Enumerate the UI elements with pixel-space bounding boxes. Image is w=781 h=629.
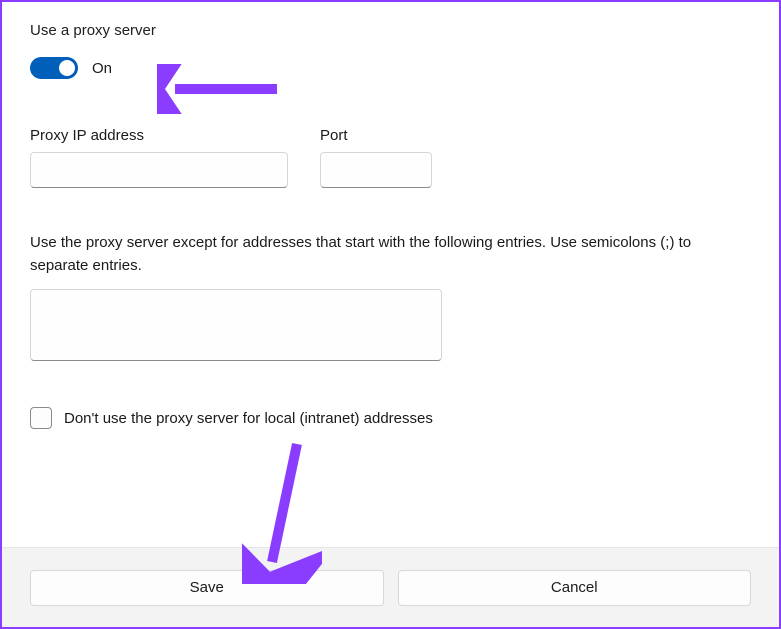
port-input[interactable] — [320, 152, 432, 188]
local-bypass-row: Don't use the proxy server for local (in… — [30, 407, 751, 429]
exceptions-input[interactable] — [30, 289, 442, 361]
local-bypass-checkbox[interactable] — [30, 407, 52, 429]
proxy-ip-label: Proxy IP address — [30, 127, 288, 144]
save-button[interactable]: Save — [30, 570, 384, 606]
proxy-toggle-label: On — [92, 60, 112, 77]
proxy-ip-input[interactable] — [30, 152, 288, 188]
port-label: Port — [320, 127, 432, 144]
toggle-knob — [59, 60, 75, 76]
proxy-toggle[interactable] — [30, 57, 78, 79]
proxy-toggle-row: On — [30, 57, 751, 79]
local-bypass-label: Don't use the proxy server for local (in… — [64, 410, 433, 427]
exceptions-label: Use the proxy server except for addresse… — [30, 232, 750, 277]
section-title: Use a proxy server — [30, 22, 751, 39]
dialog-footer: Save Cancel — [2, 547, 779, 627]
cancel-button[interactable]: Cancel — [398, 570, 752, 606]
